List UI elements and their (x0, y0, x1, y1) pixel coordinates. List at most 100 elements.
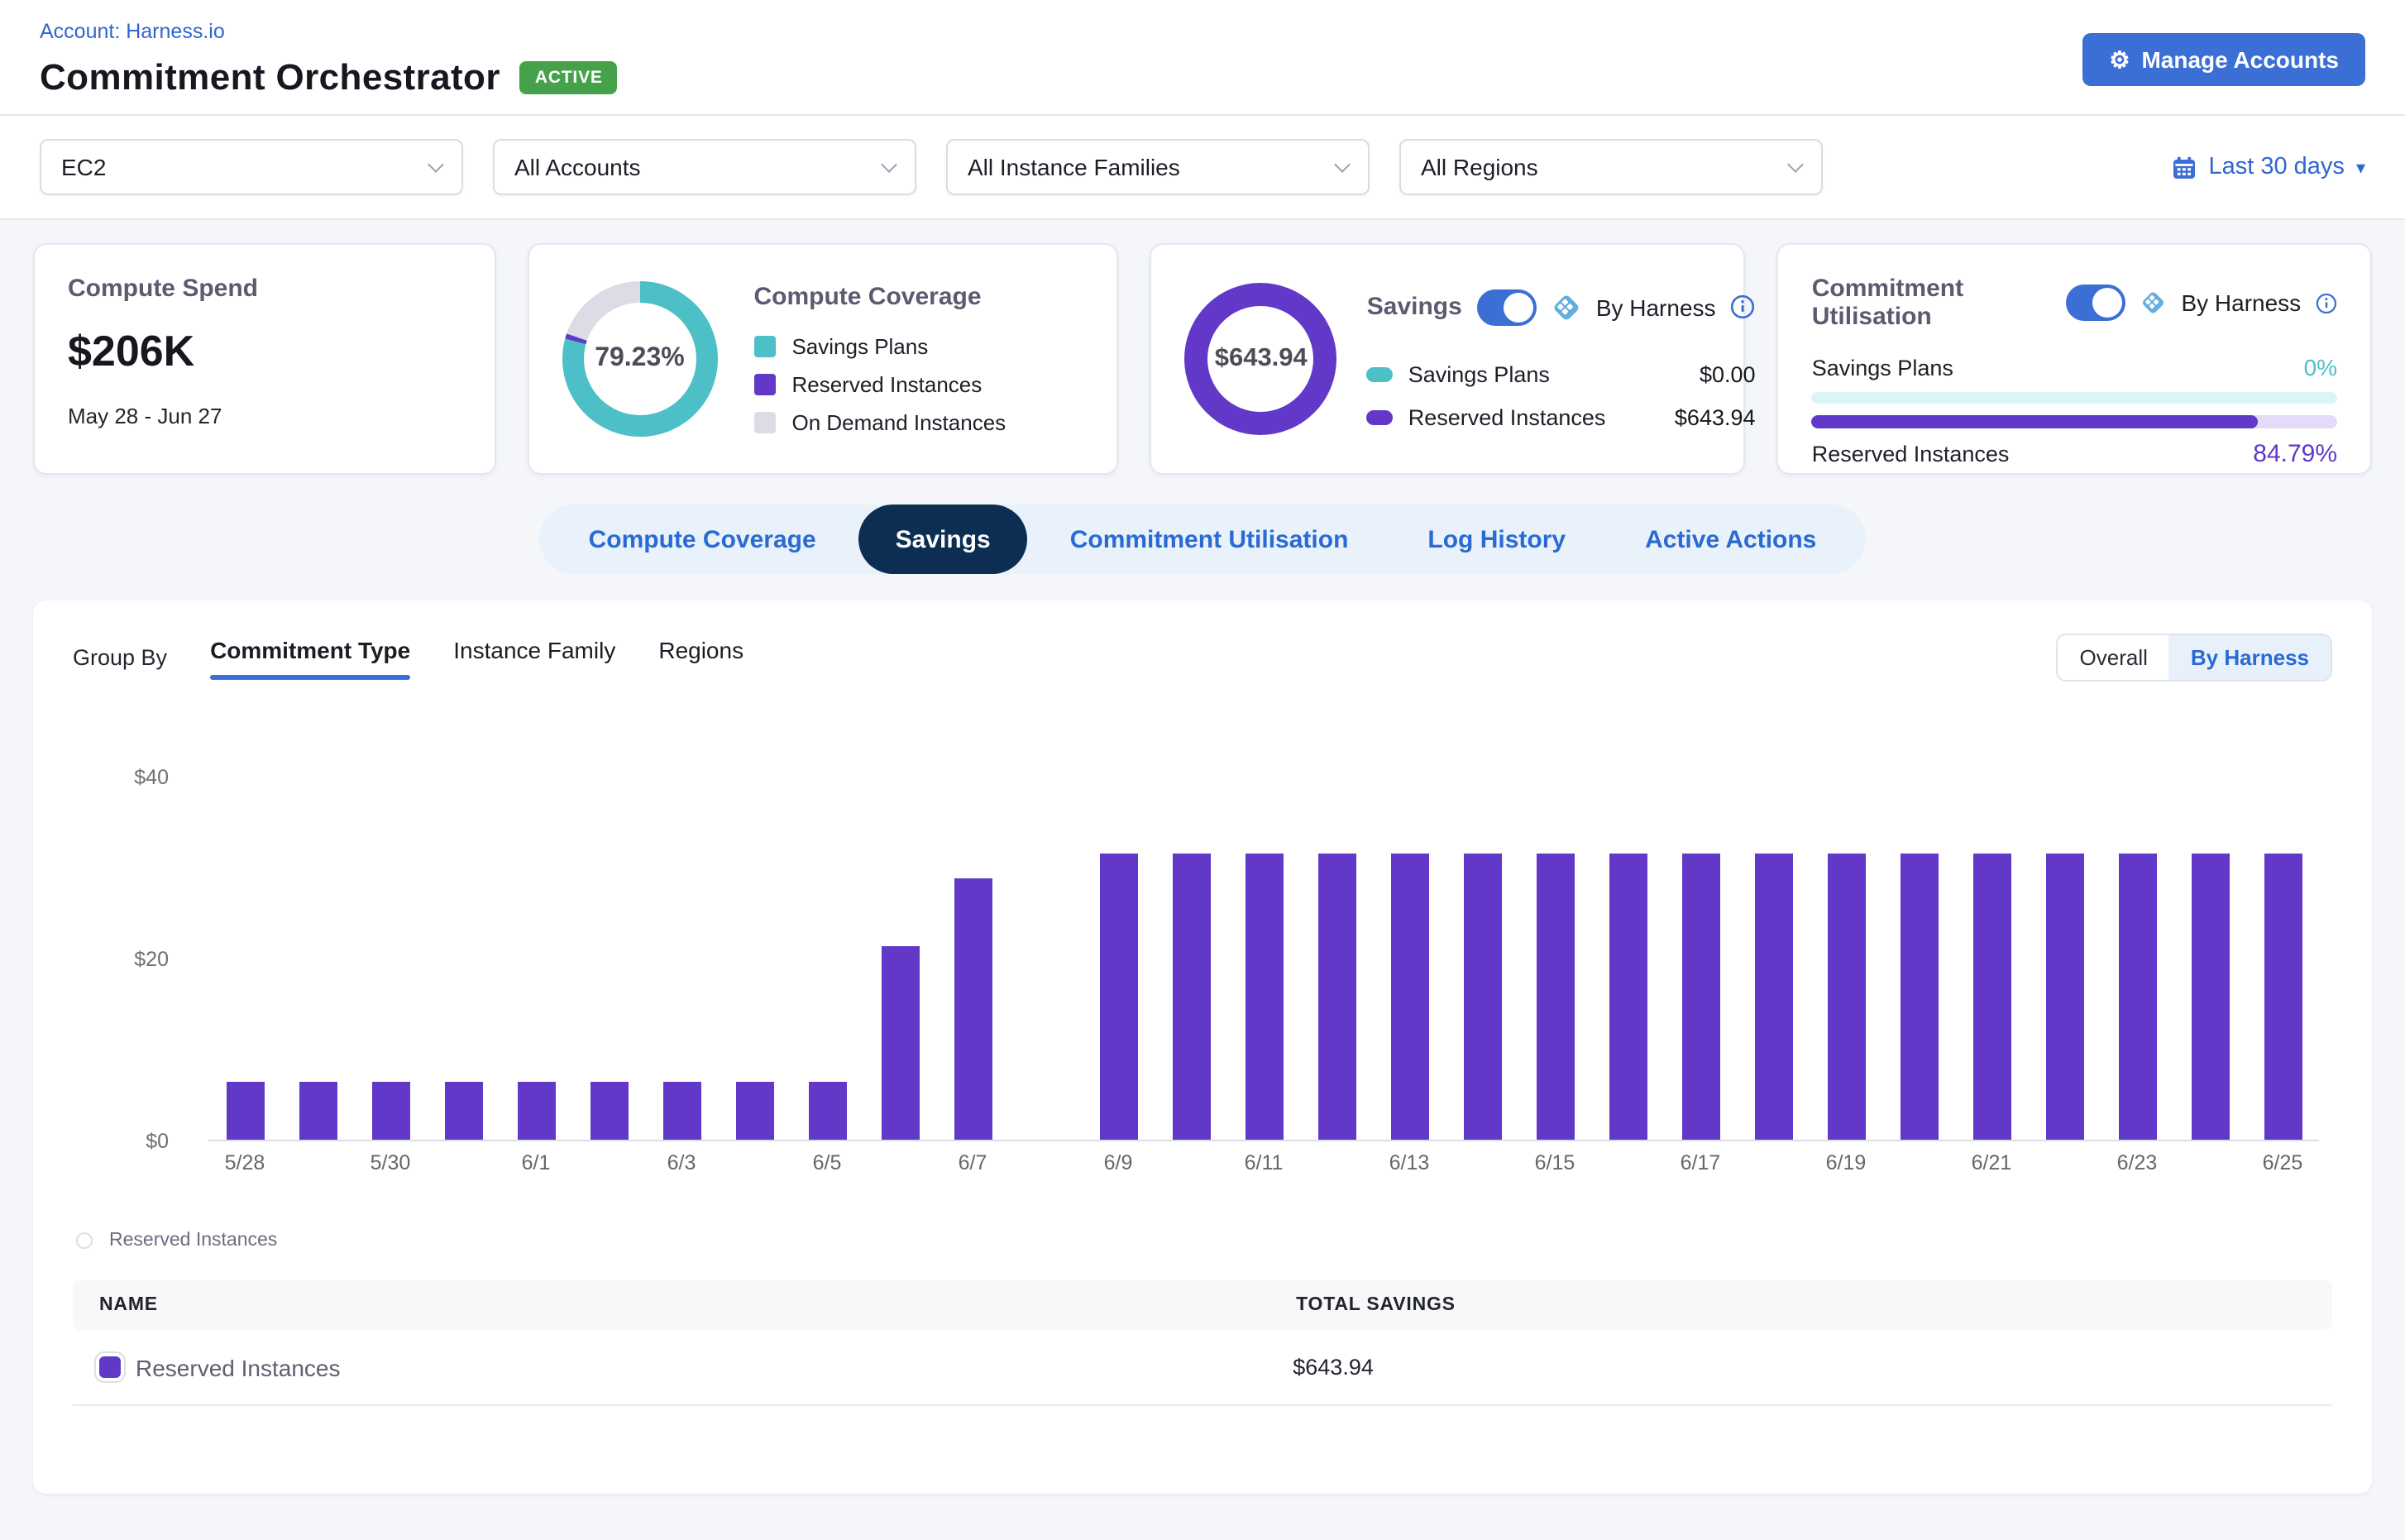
bar-slot-6/8 (1009, 777, 1082, 1140)
date-range-picker[interactable]: Last 30 days ▾ (2172, 154, 2365, 180)
bar-slot-6/19: 6/19 (1810, 777, 1882, 1140)
harness-logo-icon (2141, 288, 2167, 318)
bar-6/25[interactable] (2264, 853, 2302, 1140)
by-harness-toggle[interactable] (1477, 289, 1537, 325)
bar-6/7[interactable] (954, 878, 992, 1140)
tab-active-actions[interactable]: Active Actions (1609, 505, 1853, 574)
x-axis-tick: 6/9 (1045, 1151, 1191, 1174)
page-title: Commitment Orchestrator (40, 56, 500, 99)
bar-6/17[interactable] (1681, 853, 1719, 1140)
tab-commitment-utilisation[interactable]: Commitment Utilisation (1034, 505, 1385, 574)
bar-6/18[interactable] (1754, 853, 1792, 1140)
legend-label: On Demand Instances (791, 410, 1006, 435)
table-row[interactable]: Reserved Instances $643.94 (73, 1330, 2332, 1406)
bar-6/19[interactable] (1827, 853, 1865, 1140)
coverage-donut-chart[interactable]: 79.23% (562, 281, 717, 437)
bar-slot-6/3: 6/3 (645, 777, 718, 1140)
bar-6/11[interactable] (1245, 853, 1283, 1140)
accounts-select[interactable]: All Accounts (493, 139, 916, 195)
y-axis-tick: $0 (73, 1130, 169, 1153)
bar-6/23[interactable] (2118, 853, 2156, 1140)
accounts-select-value: All Accounts (514, 154, 641, 180)
savings-row-label: Reserved Instances (1408, 404, 1606, 429)
savings-total: $643.94 (1215, 344, 1308, 374)
bar-slot-6/4 (718, 777, 791, 1140)
compute-spend-card: Compute Spend $206K May 28 - Jun 27 (33, 243, 495, 475)
bar-5/29[interactable] (299, 1083, 337, 1140)
x-axis-tick: 6/7 (900, 1151, 1045, 1174)
instance-families-select[interactable]: All Instance Families (946, 139, 1370, 195)
by-harness-toggle[interactable] (2067, 285, 2126, 321)
bar-5/28[interactable] (226, 1083, 264, 1140)
bar-6/6[interactable] (881, 947, 919, 1140)
calendar-icon (2172, 155, 2197, 179)
bar-6/13[interactable] (1390, 853, 1428, 1140)
filter-bar: EC2 All Accounts All Instance Families A… (0, 116, 2405, 220)
info-icon[interactable] (2316, 290, 2337, 315)
compute-spend-title: Compute Spend (68, 275, 461, 303)
bar-slot-6/25: 6/25 (2246, 777, 2319, 1140)
bar-slot-6/2 (572, 777, 645, 1140)
service-select[interactable]: EC2 (40, 139, 463, 195)
bar-slot-6/16 (1591, 777, 1664, 1140)
bar-6/16[interactable] (1609, 853, 1647, 1140)
bar-6/10[interactable] (1172, 853, 1210, 1140)
bar-slot-5/30: 5/30 (354, 777, 427, 1140)
bar-6/20[interactable] (1900, 853, 1938, 1140)
page-header: Account: Harness.io Commitment Orchestra… (0, 0, 2405, 116)
bar-slot-6/15: 6/15 (1518, 777, 1591, 1140)
savings-plans-swatch (753, 336, 775, 357)
savings-row-value: $0.00 (1700, 361, 1756, 386)
group-by-instance-family[interactable]: Instance Family (453, 636, 615, 679)
bar-6/14[interactable] (1463, 853, 1501, 1140)
commitment-utilisation-card: Commitment Utilisation By Harness Saving… (1777, 243, 2372, 475)
bar-5/30[interactable] (371, 1083, 409, 1140)
bar-5/31[interactable] (444, 1083, 482, 1140)
regions-select-value: All Regions (1421, 154, 1538, 180)
row-name: Reserved Instances (136, 1354, 340, 1380)
tab-savings[interactable]: Savings (859, 505, 1027, 574)
bar-6/1[interactable] (517, 1083, 555, 1140)
savings-card: $643.94 Savings By Harness Savings Plans… (1150, 243, 1746, 475)
bar-slot-6/11: 6/11 (1227, 777, 1300, 1140)
bar-6/12[interactable] (1317, 853, 1356, 1140)
bar-6/5[interactable] (808, 1083, 846, 1140)
savings-row: Reserved Instances $643.94 (1367, 404, 1756, 429)
bar-6/24[interactable] (2191, 853, 2229, 1140)
legend-item: On Demand Instances (753, 410, 1006, 435)
group-by-commitment-type[interactable]: Commitment Type (210, 636, 410, 679)
tab-log-history[interactable]: Log History (1391, 505, 1602, 574)
chart-legend[interactable]: Reserved Instances (76, 1231, 2332, 1251)
utilisation-row-label: Reserved Instances (1812, 442, 2010, 466)
chevron-down-icon (881, 155, 897, 172)
bar-6/21[interactable] (1972, 853, 2011, 1140)
info-icon[interactable] (1731, 294, 1756, 319)
savings-table: NAME TOTAL SAVINGS Reserved Instances $6… (73, 1280, 2332, 1406)
savings-title: Savings (1367, 293, 1462, 321)
bar-6/4[interactable] (735, 1083, 773, 1140)
on-demand-swatch (753, 412, 775, 433)
tab-compute-coverage[interactable]: Compute Coverage (552, 505, 853, 574)
column-header-name: NAME (99, 1295, 158, 1315)
bar-6/9[interactable] (1099, 853, 1137, 1140)
by-harness-label: By Harness (1596, 294, 1716, 320)
x-axis-tick: 6/17 (1628, 1151, 1773, 1174)
group-by-regions[interactable]: Regions (658, 636, 743, 679)
bar-slot-6/18 (1737, 777, 1810, 1140)
by-harness-option[interactable]: By Harness (2169, 635, 2331, 680)
overall-option[interactable]: Overall (2058, 635, 2169, 680)
legend-item: Reserved Instances (753, 372, 1006, 397)
bar-6/15[interactable] (1536, 853, 1574, 1140)
bar-6/2[interactable] (590, 1083, 628, 1140)
legend-checkbox[interactable] (76, 1232, 93, 1249)
manage-accounts-label: Manage Accounts (2141, 46, 2339, 73)
bar-6/22[interactable] (2045, 853, 2083, 1140)
manage-accounts-button[interactable]: ⚙︎ Manage Accounts (2082, 33, 2365, 86)
bar-slot-6/23: 6/23 (2101, 777, 2173, 1140)
chevron-down-icon (428, 155, 444, 172)
savings-donut-chart[interactable]: $643.94 (1185, 283, 1337, 435)
regions-select[interactable]: All Regions (1399, 139, 1823, 195)
account-breadcrumb-link[interactable]: Account: Harness.io (40, 20, 225, 43)
bar-6/3[interactable] (662, 1083, 700, 1140)
savings-panel: Group By Commitment Type Instance Family… (33, 600, 2372, 1494)
